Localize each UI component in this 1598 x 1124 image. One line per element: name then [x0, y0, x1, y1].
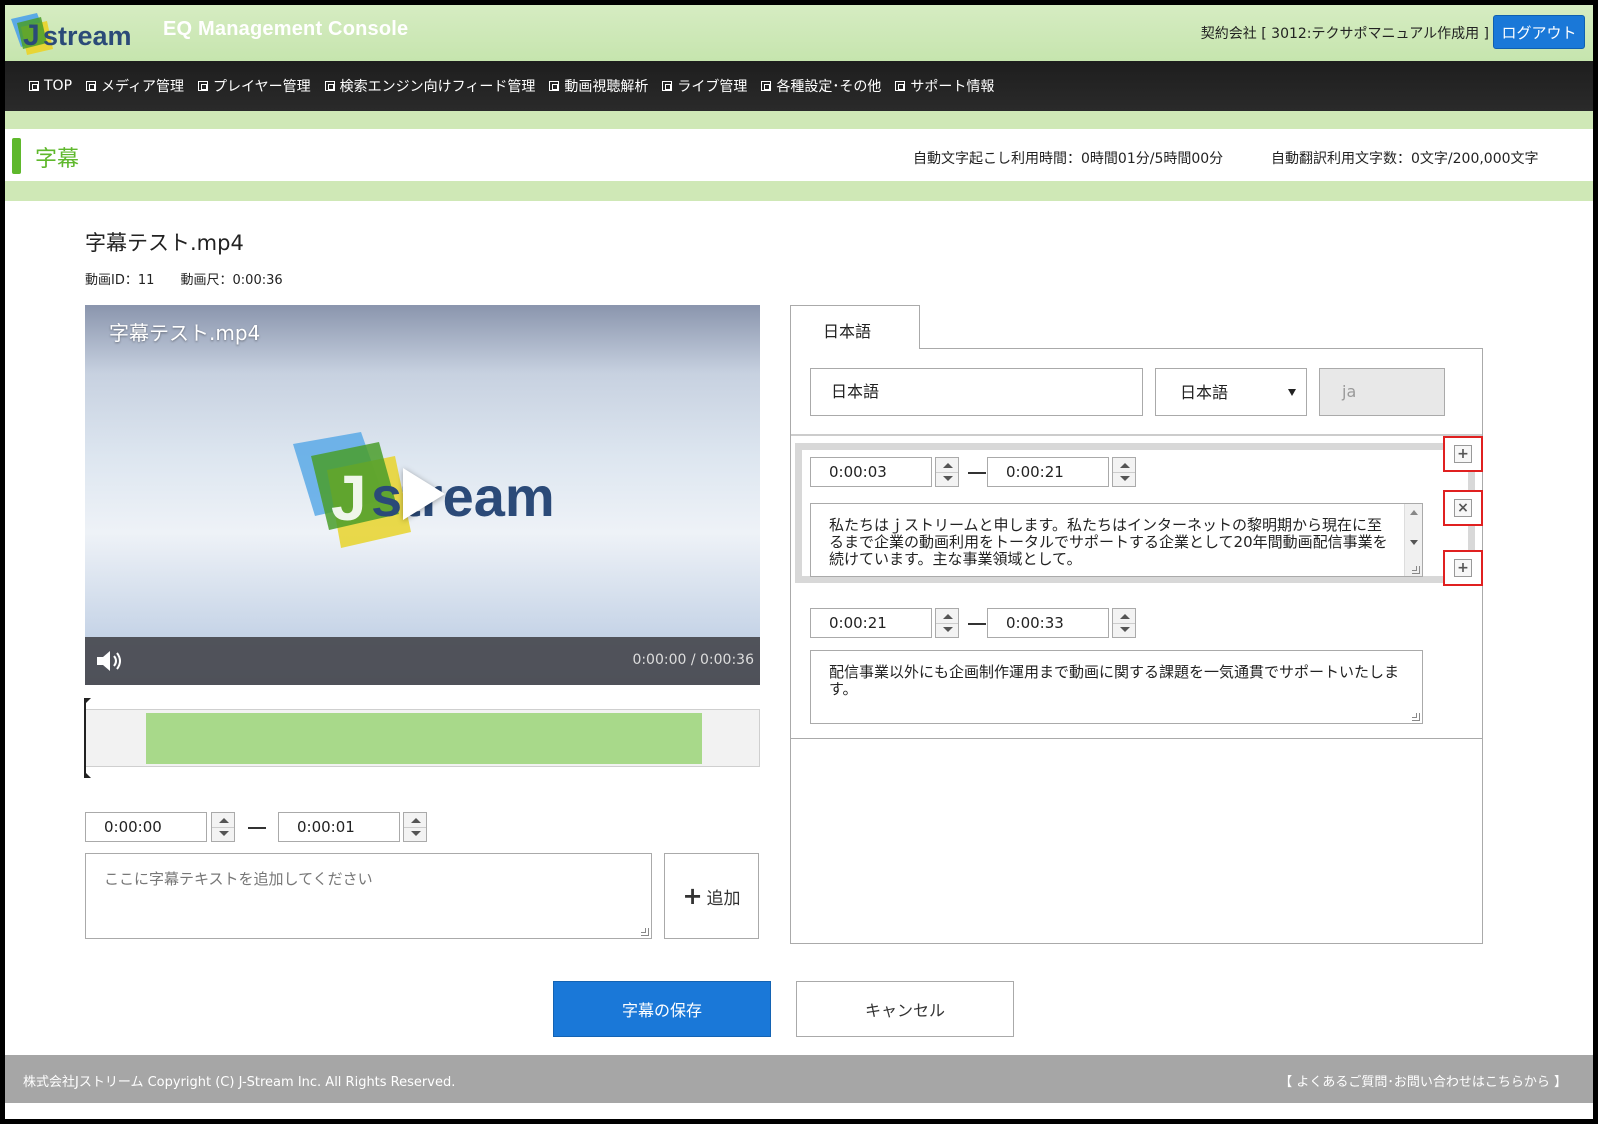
player-controls: 0:00:00 / 0:00:36: [85, 637, 760, 685]
new-cue-end-input[interactable]: 0:00:01: [278, 812, 400, 842]
nav-item-live[interactable]: ライブ管理: [662, 76, 747, 96]
nav-item-analytics[interactable]: 動画視聴解析: [549, 76, 648, 96]
resize-grip-icon[interactable]: [1412, 566, 1420, 574]
insert-cue-above-button[interactable]: +: [1443, 436, 1483, 472]
player-title: 字幕テスト.mp4: [109, 321, 261, 345]
logout-button[interactable]: ログアウト: [1493, 15, 1585, 49]
svg-text:stream: stream: [43, 21, 132, 51]
save-subtitles-button[interactable]: 字幕の保存: [553, 981, 771, 1037]
cue-start-input[interactable]: 0:00:21: [810, 608, 932, 638]
jstream-logo[interactable]: J stream: [7, 9, 137, 61]
svg-text:J: J: [331, 462, 367, 534]
divider: [791, 434, 1482, 436]
close-icon: ×: [1454, 499, 1472, 517]
subtitle-timeline[interactable]: [84, 698, 760, 778]
console-title: EQ Management Console: [163, 18, 409, 40]
file-title: 字幕テスト.mp4: [85, 231, 244, 255]
faq-contact-link[interactable]: 【 よくあるご質問･お問い合わせはこちらから 】: [1279, 1071, 1567, 1090]
contract-company: 契約会社 [ 3012:テクサポマニュアル作成用 ]: [1200, 26, 1489, 42]
language-select[interactable]: 日本語: [1155, 368, 1307, 416]
time-range-dash: [968, 472, 986, 474]
new-cue-end-spinner[interactable]: [403, 812, 427, 842]
footer: 株式会社Jストリーム Copyright (C) J-Stream Inc. A…: [5, 1055, 1593, 1103]
file-meta: 動画ID：11 動画尺：0:00:36: [85, 269, 305, 288]
cue-row[interactable]: 0:00:21 0:00:33 配信事業以外にも企画制作運用まで動画に関する課題…: [791, 587, 1482, 739]
delete-cue-button[interactable]: ×: [1443, 490, 1483, 526]
cue-end-spinner[interactable]: [1112, 457, 1136, 487]
nav-item-support[interactable]: サポート情報: [895, 76, 994, 96]
nav-checkbox-icon: [761, 81, 772, 91]
cue-row-selected[interactable]: 0:00:03 0:00:21 私たちはｊストリームと申します。私たちはインター…: [795, 443, 1475, 583]
scroll-down-icon[interactable]: [1410, 540, 1418, 545]
cancel-button[interactable]: キャンセル: [796, 981, 1014, 1037]
svg-text:stream: stream: [371, 465, 555, 528]
cue-text-input[interactable]: 配信事業以外にも企画制作運用まで動画に関する課題を一気通貫でサポートいたします。: [810, 650, 1423, 724]
header-bar: J stream EQ Management Console 契約会社 [ 30…: [5, 5, 1593, 61]
insert-cue-below-button[interactable]: +: [1443, 550, 1483, 586]
nav-item-settings[interactable]: 各種設定･その他: [761, 76, 881, 96]
time-range-dash: [968, 623, 986, 625]
video-id: 動画ID：11: [85, 273, 155, 288]
nav-checkbox-icon: [549, 81, 560, 91]
resize-grip-icon[interactable]: [1412, 713, 1420, 721]
logo-text: J: [23, 19, 40, 52]
language-name-input[interactable]: 日本語: [810, 368, 1143, 416]
title-bar: 字幕 自動文字起こし利用時間：0時間01分/5時間00分 自動翻訳利用文字数：0…: [5, 129, 1593, 181]
page-title: 字幕: [35, 147, 80, 172]
cue-end-input[interactable]: 0:00:33: [987, 608, 1109, 638]
tab-japanese[interactable]: 日本語: [790, 305, 920, 349]
timeline-playhead[interactable]: [84, 698, 91, 778]
play-icon[interactable]: [403, 468, 445, 520]
transcription-usage: 自動文字起こし利用時間：0時間01分/5時間00分: [913, 151, 1224, 167]
dropdown-arrow-icon: [1288, 389, 1296, 396]
app-window: J stream EQ Management Console 契約会社 [ 30…: [5, 5, 1593, 1119]
new-cue-start-input[interactable]: 0:00:00: [85, 812, 207, 842]
plus-icon: +: [1454, 559, 1472, 577]
language-code-input: ja: [1319, 368, 1445, 416]
scroll-up-icon[interactable]: [1410, 510, 1418, 515]
player-time: 0:00:00 / 0:00:36: [632, 652, 754, 668]
nav-item-media[interactable]: メディア管理: [86, 76, 184, 96]
time-range-dash: [248, 827, 266, 829]
nav-checkbox-icon: [86, 81, 97, 91]
plus-icon: +: [682, 882, 703, 910]
nav-checkbox-icon: [324, 81, 335, 91]
timeline-range[interactable]: [146, 713, 702, 764]
translation-usage: 自動翻訳利用文字数：0文字/200,000文字: [1271, 151, 1539, 167]
main-nav: TOP メディア管理 プレイヤー管理 検索エンジン向けフィード管理 動画視聴解析…: [5, 61, 1593, 111]
cue-start-spinner[interactable]: [935, 457, 959, 487]
video-duration: 動画尺：0:00:36: [180, 273, 283, 288]
plus-icon: +: [1454, 445, 1472, 463]
cue-end-input[interactable]: 0:00:21: [987, 457, 1109, 487]
resize-grip-icon[interactable]: [641, 928, 649, 936]
nav-item-top[interactable]: TOP: [29, 78, 72, 94]
subtitle-panel: 日本語 日本語 ja 0:00:03 0:00:21 私たちはｊストリームと申し…: [790, 348, 1483, 944]
new-cue-text-input[interactable]: ここに字幕テキストを追加してください: [85, 853, 652, 939]
new-cue-start-spinner[interactable]: [211, 812, 235, 842]
cue-end-spinner[interactable]: [1112, 608, 1136, 638]
cue-text-input[interactable]: 私たちはｊストリームと申します。私たちはインターネットの黎明期から現在に至るまで…: [810, 503, 1423, 577]
video-player[interactable]: 字幕テスト.mp4 J stream 0:00:00 / 0:00:36: [85, 305, 760, 685]
nav-item-player[interactable]: プレイヤー管理: [198, 76, 311, 96]
add-cue-button[interactable]: + 追加: [664, 853, 759, 939]
copyright-text: 株式会社Jストリーム Copyright (C) J-Stream Inc. A…: [23, 1075, 456, 1090]
divider: [791, 738, 1482, 739]
nav-checkbox-icon: [198, 81, 209, 91]
cue-start-spinner[interactable]: [935, 608, 959, 638]
nav-checkbox-icon: [662, 81, 673, 91]
nav-checkbox-icon: [29, 81, 39, 91]
nav-item-feed[interactable]: 検索エンジン向けフィード管理: [324, 76, 535, 96]
title-accent: [12, 138, 21, 174]
nav-checkbox-icon: [895, 81, 906, 91]
cue-start-input[interactable]: 0:00:03: [810, 457, 932, 487]
speaker-icon[interactable]: [95, 649, 125, 673]
